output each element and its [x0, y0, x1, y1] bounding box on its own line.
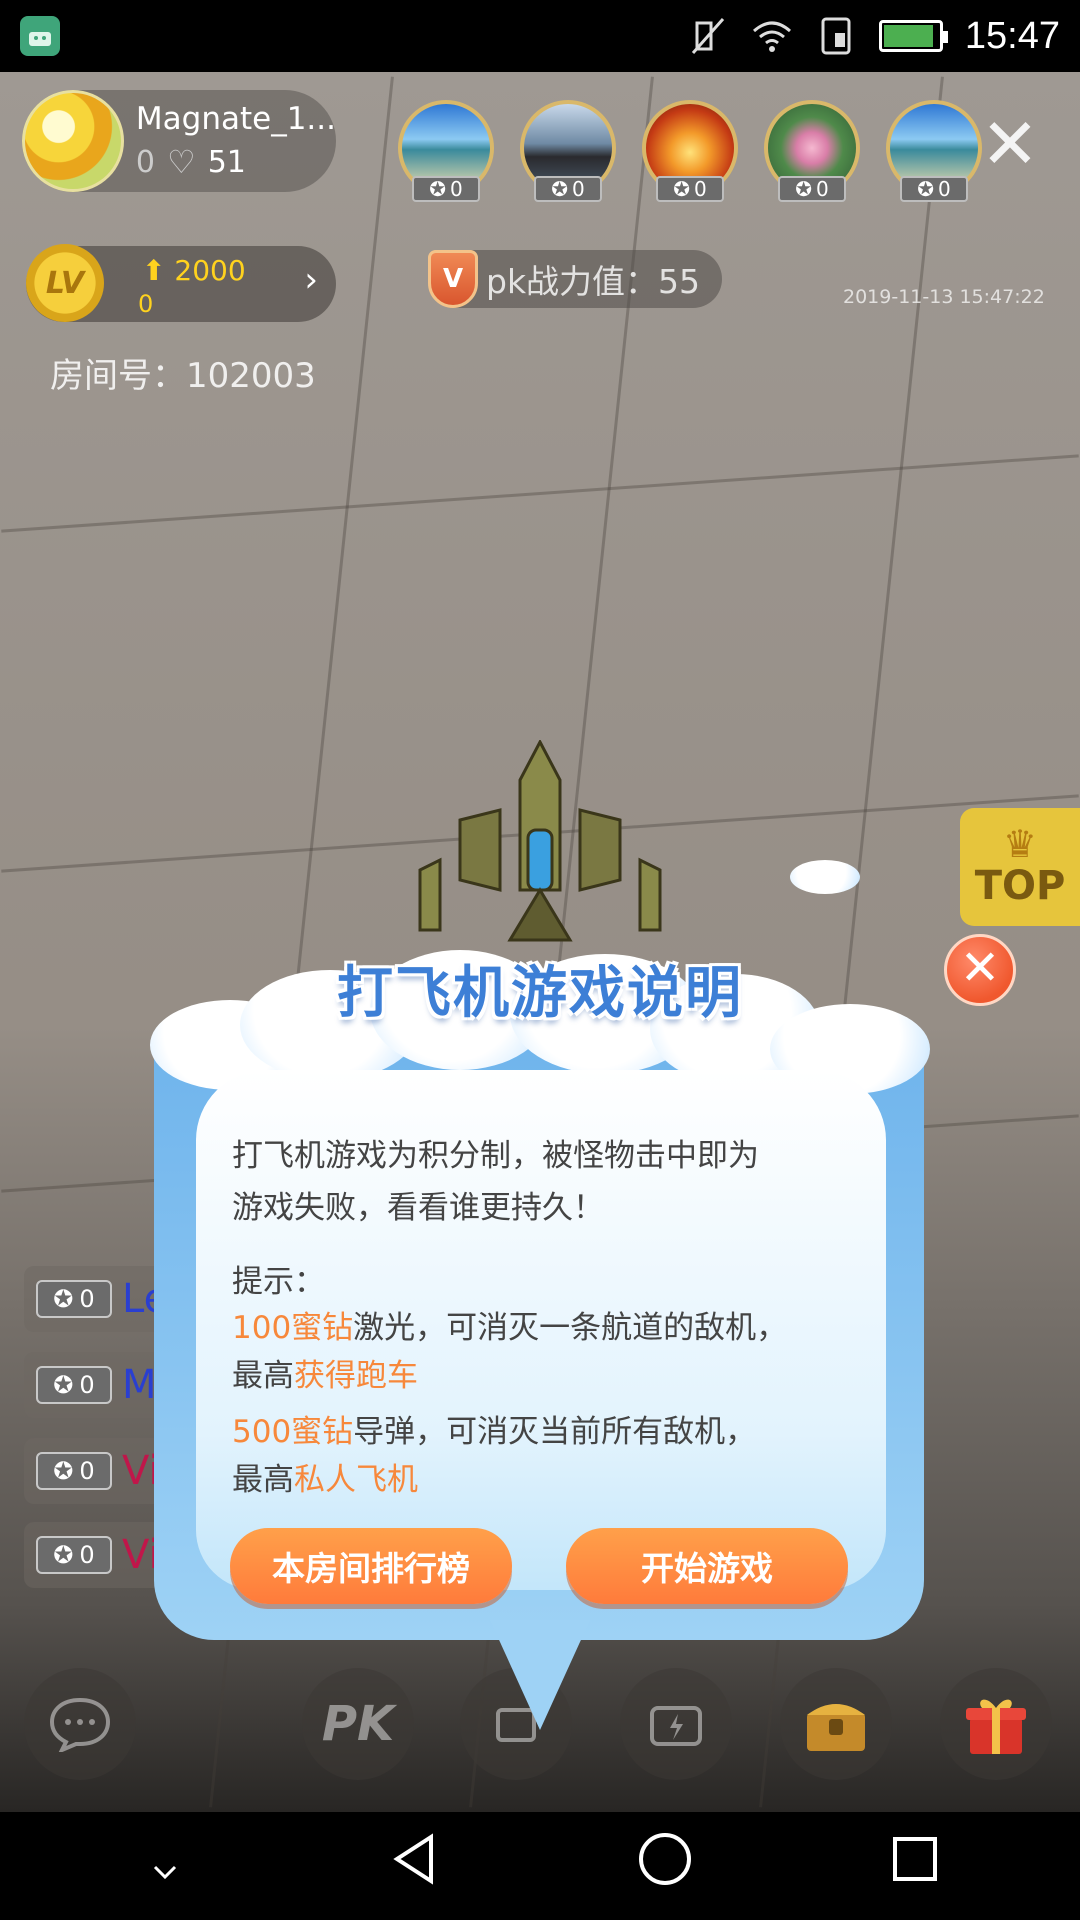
chevron-down-icon[interactable]: [120, 1834, 210, 1899]
status-bar: 15:47: [0, 0, 1080, 72]
tip-1-reward: 最高获得跑车: [232, 1358, 418, 1394]
tip-1: 100蜜钻激光，可消灭一条航道的敌机，: [232, 1310, 788, 1346]
back-icon[interactable]: [370, 1831, 460, 1901]
start-game-button[interactable]: 开始游戏: [566, 1528, 848, 1604]
game-instructions-dialog: 打飞机游戏说明 ✕ 打飞机游戏为积分制，被怪物击中即为 游戏失败，看看谁更持久！…: [150, 740, 1016, 1780]
fighter-planes-illustration: [418, 740, 662, 942]
star-icon: ✪: [551, 177, 569, 201]
viewer-avatar[interactable]: ✪ 0: [764, 100, 860, 202]
home-icon[interactable]: [620, 1830, 710, 1902]
gift-button[interactable]: [940, 1668, 1052, 1780]
tip-2-reward: 最高私人飞机: [232, 1462, 418, 1498]
host-fans-count: 51: [207, 144, 246, 180]
top-ranking-button[interactable]: ♛ TOP: [960, 808, 1080, 926]
dialog-title: 打飞机游戏说明: [337, 961, 743, 1026]
viewer-avatar[interactable]: ✪ 0: [520, 100, 616, 202]
room-number: 房间号：102003: [50, 356, 316, 396]
recents-icon[interactable]: [870, 1833, 960, 1899]
room-ranking-button[interactable]: 本房间排行榜: [230, 1528, 512, 1604]
battery-icon: [878, 20, 948, 52]
viewer-avatar[interactable]: ✪ 0: [886, 100, 982, 202]
pk-power-badge[interactable]: V pk战力值：55: [428, 250, 722, 308]
android-icon: [20, 16, 60, 56]
host-hearts-count: 0: [135, 144, 156, 180]
clock: 15:47: [964, 14, 1060, 57]
pk-shield-icon: V: [428, 250, 478, 308]
star-icon: ✪: [917, 177, 935, 201]
star-icon: ✪: [53, 1285, 74, 1313]
heart-icon: ♡: [167, 143, 196, 181]
navigation-bar: [0, 1812, 1080, 1920]
dialog-tail: [490, 1620, 590, 1730]
tip-label: 提示：: [232, 1264, 325, 1300]
star-icon: ✪: [53, 1457, 74, 1485]
wifi-icon: [752, 21, 791, 52]
level-badge: LV: [26, 244, 104, 322]
star-icon: ✪: [53, 1541, 74, 1569]
host-avatar[interactable]: [22, 90, 124, 192]
description-line-1: 打飞机游戏为积分制，被怪物击中即为: [232, 1138, 759, 1174]
level-current: 0: [138, 290, 154, 318]
gift-icon: [966, 1699, 1026, 1754]
chat-button[interactable]: [24, 1668, 136, 1780]
star-icon: ✪: [53, 1371, 74, 1399]
star-icon: ✪: [673, 177, 691, 201]
viewer-avatar[interactable]: ✪ 0: [398, 100, 494, 202]
description-line-2: 游戏失败，看看谁更持久！: [232, 1190, 604, 1226]
chevron-right-icon: ›: [304, 260, 318, 300]
chat-bubble-icon: [49, 1697, 111, 1752]
host-name: Magnate_1...: [135, 101, 336, 137]
viewer-avatar[interactable]: ✪ 0: [642, 100, 738, 202]
level-up-value: ⬆ 2000: [142, 254, 246, 287]
viewer-list: ✪ 0 ✪ 0 ✪ 0 ✪ 0 ✪ 0: [398, 100, 982, 202]
level-progress[interactable]: LV ⬆ 2000 0 ›: [26, 244, 336, 322]
sim-icon: [821, 17, 851, 55]
tip-2: 500蜜钻导弹，可消灭当前所有敌机，: [232, 1414, 757, 1450]
host-card[interactable]: Magnate_1... 0 ♡ 51: [22, 90, 336, 192]
star-icon: ✪: [795, 177, 813, 201]
crown-icon: ♛: [1002, 822, 1038, 866]
timestamp: 2019-11-13 15:47:22: [843, 286, 1045, 308]
close-room-button[interactable]: ✕: [980, 109, 1040, 179]
dialog-close-button[interactable]: ✕: [944, 934, 1016, 1006]
star-icon: ✪: [429, 177, 447, 201]
mute-icon: [691, 18, 725, 54]
pk-power-label: pk战力值：55: [486, 262, 701, 301]
top-label: TOP: [974, 863, 1066, 909]
arrow-up-icon: ⬆: [142, 254, 166, 287]
